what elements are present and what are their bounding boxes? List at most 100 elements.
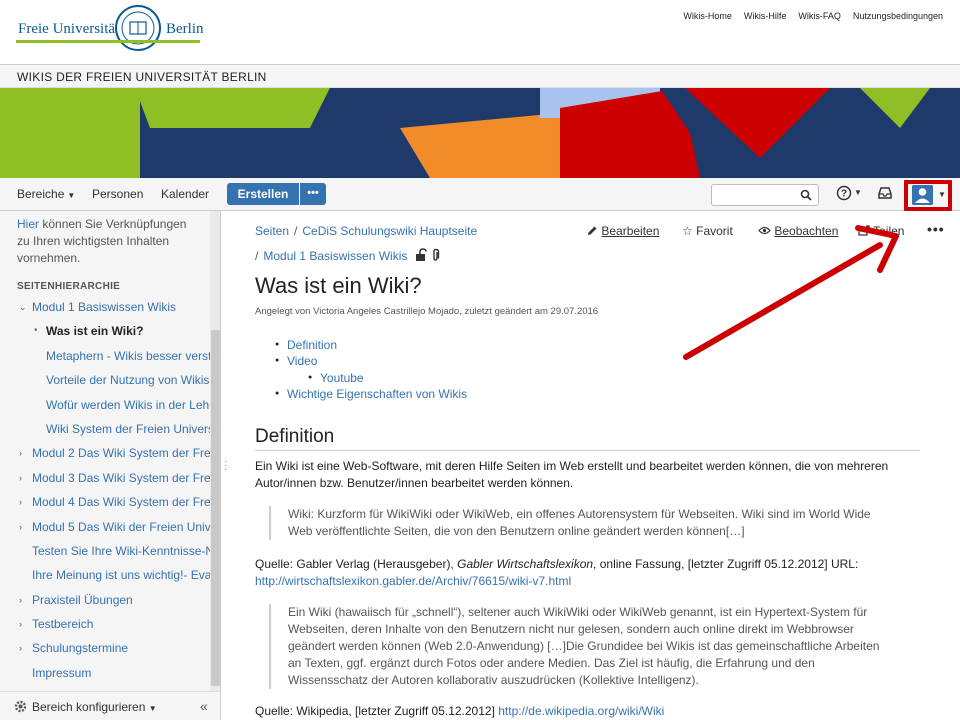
pencil-icon <box>588 226 597 235</box>
help-icon[interactable]: ? <box>836 185 852 201</box>
nav-spaces[interactable]: Bereiche ▼ <box>17 187 75 201</box>
tree-item[interactable]: › Modul 5 Das Wiki der Freien Universität… <box>0 517 210 541</box>
share-button[interactable]: Teilen <box>858 224 904 238</box>
user-menu-button[interactable]: ▼ <box>904 180 952 211</box>
create-more-button[interactable]: ••• <box>300 183 326 205</box>
gabler-link[interactable]: http://wirtschaftslexikon.gabler.de/Arch… <box>255 574 571 588</box>
source-wikipedia: Quelle: Wikipedia, [letzter Zugriff 05.1… <box>255 703 915 720</box>
link-wikis-hilfe[interactable]: Wikis-Hilfe <box>744 11 787 21</box>
chevron-down-icon[interactable]: ⌄ <box>19 297 27 317</box>
link-wikis-faq[interactable]: Wikis-FAQ <box>798 11 841 21</box>
tree-item[interactable]: • Was ist ein Wiki? <box>0 321 210 345</box>
tree-item-label: Impressum <box>32 665 92 680</box>
space-sidebar: Hier können Sie Verknüpfungen zu Ihren w… <box>0 211 221 720</box>
link-wikis-home[interactable]: Wikis-Home <box>683 11 732 21</box>
tree-item[interactable]: Impressum <box>0 663 210 687</box>
tree-item-label: Modul 1 Basiswissen Wikis <box>32 300 177 314</box>
share-icon <box>858 225 870 236</box>
breadcrumb-home[interactable]: CeDiS Schulungswiki Hauptseite <box>302 224 477 238</box>
fu-seal-icon <box>115 5 161 51</box>
site-title-band: WIKIS DER FREIEN UNIVERSITÄT BERLIN <box>0 64 960 88</box>
edit-button[interactable]: Bearbeiten <box>587 224 659 238</box>
tree-item[interactable]: Metaphern - Wikis besser verstehen <box>0 346 210 370</box>
tree-item-label: Vorteile der Nutzung von Wikis <box>46 373 210 388</box>
tree-item[interactable]: Wiki System der Freien Universität Berli… <box>0 419 210 443</box>
bullet-icon: • <box>34 325 38 337</box>
chevron-right-icon[interactable]: › <box>19 638 22 658</box>
create-button[interactable]: Erstellen <box>227 183 299 205</box>
sidebar-footer: Bereich konfigurieren ▼ « <box>0 691 220 720</box>
top-links: Wikis-Home Wikis-Hilfe Wikis-FAQ Nutzung… <box>683 11 943 21</box>
tree-item-label: Wofür werden Wikis in der Lehre eingeset… <box>46 397 210 412</box>
sidebar-intro-text: können Sie Verknüpfungen zu Ihren wichti… <box>17 217 187 265</box>
watch-button[interactable]: Beobachten <box>758 224 838 238</box>
top-navigation: Bereiche ▼ Personen Kalender Erstellen ••… <box>0 178 960 211</box>
user-avatar-icon <box>912 185 933 205</box>
logo-text-left: Freie Universität <box>18 21 120 37</box>
nav-calendar[interactable]: Kalender <box>161 187 209 201</box>
chevron-right-icon[interactable]: › <box>19 443 22 463</box>
tree-item[interactable]: Vorteile der Nutzung von Wikis <box>0 370 210 394</box>
sidebar-intro: Hier können Sie Verknüpfungen zu Ihren w… <box>17 216 197 267</box>
tree-item-label: Wiki System der Freien Universität Berli… <box>46 421 210 436</box>
search-input[interactable] <box>716 185 800 205</box>
configure-space-button[interactable]: Bereich konfigurieren ▼ <box>32 700 157 714</box>
toc-youtube[interactable]: Youtube <box>308 370 467 387</box>
unlock-icon[interactable] <box>415 248 427 262</box>
attachment-icon[interactable] <box>431 248 440 262</box>
source-gabler-suffix: , online Fassung, [letzter Zugriff 05.12… <box>593 557 859 571</box>
chevron-right-icon[interactable]: › <box>19 468 22 488</box>
fu-logo[interactable]: Freie Universität Berlin <box>16 4 206 54</box>
share-label: Teilen <box>873 224 905 238</box>
tree-item[interactable]: › Modul 4 Das Wiki System der Freien Univ… <box>0 492 210 516</box>
toc-video[interactable]: Video <box>275 353 467 370</box>
tree-item[interactable]: › Schulungstermine <box>0 638 210 662</box>
toc-properties[interactable]: Wichtige Eigenschaften von Wikis <box>275 386 467 403</box>
star-icon: ☆ <box>682 224 693 238</box>
tree-item-label: Ihre Meinung ist uns wichtig!- Evaluatio… <box>32 568 210 583</box>
breadcrumb-separator: / <box>294 224 298 238</box>
gear-icon[interactable] <box>14 700 27 713</box>
scrollbar-thumb[interactable] <box>211 330 220 686</box>
tree-item-label: Modul 4 Das Wiki System der Freien Unive… <box>32 495 210 510</box>
svg-text:?: ? <box>841 189 847 200</box>
chevron-right-icon[interactable]: › <box>19 517 22 537</box>
user-chevron-down-icon: ▼ <box>938 190 946 199</box>
more-actions-icon[interactable]: ••• <box>927 221 945 237</box>
tree-item[interactable]: ⌄ Modul 1 Basiswissen Wikis <box>0 297 210 321</box>
source-wikipedia-prefix: Quelle: Wikipedia, [letzter Zugriff 05.1… <box>255 704 499 718</box>
toc-definition[interactable]: Definition <box>275 337 467 354</box>
tree-item-label: Modul 2 Das Wiki System der Freien Unive… <box>32 446 210 461</box>
breadcrumb-module-1[interactable]: Modul 1 Basiswissen Wikis <box>263 249 407 263</box>
tree-item[interactable]: › Praxisteil Übungen <box>0 590 210 614</box>
quote-gabler: Wiki: Kurzform für WikiWiki oder WikiWeb… <box>269 506 884 540</box>
quote-wikipedia: Ein Wiki (hawaiisch für „schnell“), selt… <box>269 604 884 689</box>
chevron-down-icon: ▼ <box>148 704 157 713</box>
sidebar-scrollbar[interactable] <box>210 211 220 691</box>
chevron-right-icon[interactable]: › <box>19 590 22 610</box>
breadcrumb-pages[interactable]: Seiten <box>255 224 289 238</box>
tree-item[interactable]: Wofür werden Wikis in der Lehre eingeset… <box>0 395 210 419</box>
link-terms[interactable]: Nutzungsbedingungen <box>853 11 943 21</box>
tree-item[interactable]: Ihre Meinung ist uns wichtig!- Evaluatio… <box>0 565 210 589</box>
edit-label: Bearbeiten <box>601 224 660 238</box>
search-box[interactable] <box>711 184 819 206</box>
tree-item-label: Modul 3 Das Wiki System der Freien Unive… <box>32 470 210 485</box>
source-gabler-title: Gabler Wirtschaftslexikon <box>457 557 594 571</box>
inbox-icon[interactable] <box>877 186 893 200</box>
nav-people[interactable]: Personen <box>92 187 143 201</box>
search-icon[interactable] <box>800 189 812 201</box>
sidebar-shortcut-link[interactable]: Hier <box>17 217 39 231</box>
tree-item[interactable]: › Modul 2 Das Wiki System der Freien Univ… <box>0 443 210 467</box>
help-chevron-down-icon[interactable]: ▼ <box>854 188 862 197</box>
wikipedia-link[interactable]: http://de.wikipedia.org/wiki/Wiki <box>498 704 664 718</box>
tree-item[interactable]: › Testbereich <box>0 614 210 638</box>
tree-item[interactable]: › Modul 3 Das Wiki System der Freien Univ… <box>0 468 210 492</box>
collapse-sidebar-icon[interactable]: « <box>200 698 208 714</box>
tree-item[interactable]: Testen Sie Ihre Wiki-Kenntnisse-NEU <box>0 541 210 565</box>
favorite-button[interactable]: ☆ Favorit <box>682 224 733 238</box>
chevron-right-icon[interactable]: › <box>19 614 22 634</box>
source-gabler-prefix: Quelle: Gabler Verlag (Herausgeber), <box>255 557 458 571</box>
chevron-right-icon[interactable]: › <box>19 492 22 512</box>
tree-item-label: Metaphern - Wikis besser verstehen <box>46 348 210 363</box>
